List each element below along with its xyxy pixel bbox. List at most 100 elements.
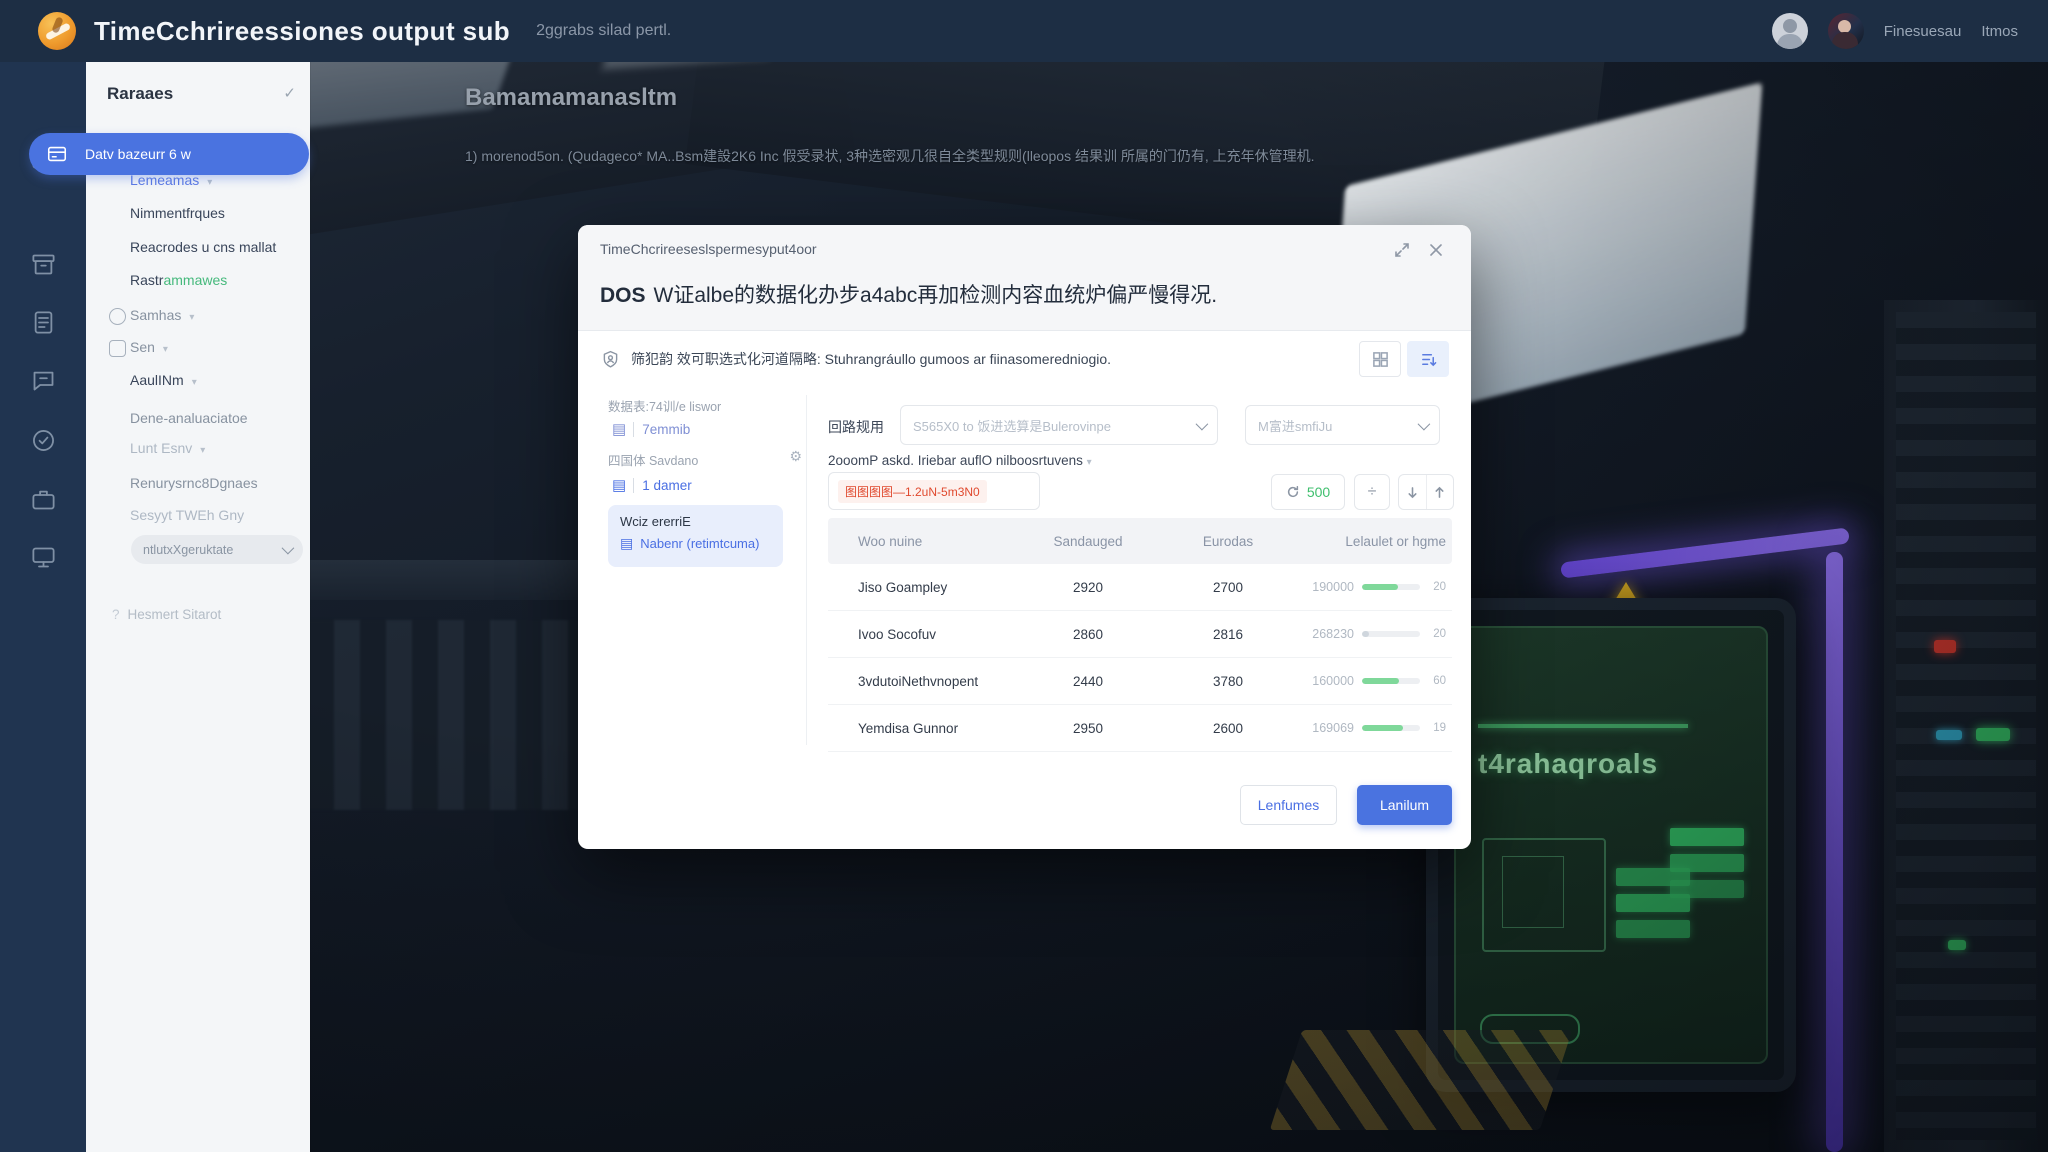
sidebar-item-sen[interactable]: Sen▾ bbox=[130, 339, 168, 355]
sidebar-panel: Raraaes ✓ Lemeamas▾ Nimmentfrques Reacro… bbox=[86, 62, 310, 1152]
brand-logo-icon[interactable] bbox=[38, 12, 76, 50]
monitor-icon[interactable] bbox=[30, 544, 57, 571]
chevron-down-icon: ▾ bbox=[207, 177, 212, 188]
table-tree-panel: 数据表:74训/e liswor ▤ 7emmib 四国体 Savdano ⚙ … bbox=[608, 388, 806, 849]
confirm-button[interactable]: Lanilum bbox=[1357, 785, 1452, 825]
tag-input[interactable]: 图图图图—1.2uN-5m3N0 bbox=[828, 472, 1040, 510]
mode-select-placeholder: M富进smfiJu bbox=[1258, 416, 1332, 435]
topbar-link[interactable]: Finesuesau bbox=[1884, 23, 1962, 40]
table-body: Jiso Goampley 2920 2700 190000 20 Ivoo S… bbox=[828, 564, 1452, 752]
chevron-down-icon bbox=[1418, 417, 1431, 430]
table-row[interactable]: Jiso Goampley 2920 2700 190000 20 bbox=[828, 564, 1452, 611]
sidebar-item-sesyyt[interactable]: Sesyyt TWEh Gny bbox=[130, 507, 244, 523]
chevron-down-icon: ▾ bbox=[163, 344, 168, 355]
sidebar-select[interactable]: ntlutxXgeruktate bbox=[131, 535, 303, 564]
tree-selected-title: Wciz ererriE bbox=[620, 514, 771, 529]
modal-heading-prefix: DOS bbox=[600, 284, 646, 307]
cell-name: 3vdutoiNethvnopent bbox=[828, 674, 1018, 689]
sidebar-item-dene[interactable]: Dene-analuaciatoe bbox=[130, 410, 248, 426]
main-content: Bamamamanasltm 1) morenod5on. (Qudageco*… bbox=[465, 84, 1545, 166]
progress-suffix: 20 bbox=[1428, 628, 1446, 640]
modal-header: TimeChcrireeseslspermesyput4oor DOSW证alb… bbox=[578, 225, 1471, 331]
sidebar-item-nimmentfrques[interactable]: Nimmentfrques bbox=[130, 205, 225, 221]
form-label: 回路规用 bbox=[828, 417, 884, 437]
modal-notice-text: 筛犯韵 效可职选式化河道隔略: Stuhrangráullo gumoos ar… bbox=[631, 349, 1111, 369]
icon-rail bbox=[0, 62, 86, 1152]
brand-tagline: 2ggrabs silad pertl. bbox=[536, 22, 671, 40]
sidebar-item-rastr[interactable]: Rastrammawes bbox=[130, 272, 227, 288]
check-icon: ✓ bbox=[283, 84, 296, 102]
sidebar-item-selected[interactable]: Datv bazeurr 6 w bbox=[29, 133, 309, 175]
document-icon[interactable] bbox=[30, 309, 57, 336]
brand-title: TimeCchrireessiones output sub bbox=[94, 16, 510, 47]
progress-total: 160000 bbox=[1312, 674, 1354, 688]
channel-select-placeholder: S565X0 to 饭进选算是Bulerovinpe bbox=[913, 416, 1111, 435]
chevron-down-icon bbox=[1196, 417, 1209, 430]
user-avatar[interactable] bbox=[1828, 13, 1864, 49]
archive-box-icon[interactable] bbox=[30, 251, 57, 278]
tree-selected-card[interactable]: Wciz ererriE ▤ Nabenr (retimtcuma) bbox=[608, 505, 783, 567]
progress-suffix: 20 bbox=[1428, 581, 1446, 593]
cell-col3: 2816 bbox=[1158, 627, 1298, 642]
app-root: t4rahaqroals TimeCchrireessiones output … bbox=[0, 0, 2048, 1152]
sidebar-item-samhas[interactable]: Samhas▾ bbox=[130, 307, 194, 323]
cell-col3: 2600 bbox=[1158, 721, 1298, 736]
sort-toggle-group bbox=[1398, 474, 1454, 510]
progress-bar bbox=[1362, 631, 1420, 637]
page-title: Bamamamanasltm bbox=[465, 84, 1545, 112]
tree-group-label: 四国体 Savdano bbox=[608, 450, 698, 469]
progress-suffix: 60 bbox=[1428, 675, 1446, 687]
sidebar-item-lunt-esnv[interactable]: Lunt Esnv▾ bbox=[130, 440, 205, 456]
sort-asc-button[interactable] bbox=[1426, 475, 1454, 509]
modal-dialog: TimeChcrireeseslspermesyput4oor DOSW证alb… bbox=[578, 225, 1471, 849]
cell-col2: 2440 bbox=[1018, 674, 1158, 689]
cell-col3: 2700 bbox=[1158, 580, 1298, 595]
briefcase-icon[interactable] bbox=[30, 486, 57, 513]
count-value: 500 bbox=[1307, 484, 1330, 500]
sort-desc-button[interactable] bbox=[1399, 475, 1426, 509]
divider bbox=[633, 422, 634, 437]
modal-toolbar: 筛犯韵 效可职选式化河道隔略: Stuhrangráullo gumoos ar… bbox=[578, 330, 1471, 388]
channel-select[interactable]: S565X0 to 饭进选算是Bulerovinpe bbox=[900, 405, 1218, 445]
message-icon[interactable] bbox=[30, 367, 57, 394]
sidebar-item-accent: ammawes bbox=[163, 272, 227, 288]
table-row[interactable]: Yemdisa Gunnor 2950 2600 169069 19 bbox=[828, 705, 1452, 752]
square-icon bbox=[109, 340, 126, 357]
column-header-eurodas: Eurodas bbox=[1158, 534, 1298, 549]
user-avatar[interactable] bbox=[1772, 13, 1808, 49]
modal-window-title: TimeChcrireeseslspermesyput4oor bbox=[600, 241, 817, 257]
chevron-down-icon bbox=[282, 542, 295, 555]
sidebar-item-aaulinm[interactable]: AaulINm▾ bbox=[130, 372, 197, 388]
grid-view-button[interactable] bbox=[1359, 341, 1401, 377]
topbar-right-group: Finesuesau Itmos bbox=[1772, 13, 2018, 49]
data-table: Woo nuine Sandauged Eurodas Lelaulet or … bbox=[828, 518, 1452, 752]
cancel-button[interactable]: Lenfumes bbox=[1240, 785, 1337, 825]
topbar-link[interactable]: Itmos bbox=[1981, 23, 2018, 40]
refresh-count-button[interactable]: 500 bbox=[1271, 474, 1345, 510]
check-circle-icon[interactable] bbox=[30, 427, 57, 454]
modal-heading: DOSW证albe的数据化办步a4abc再加检测内容血统炉偏严慢得况. bbox=[600, 279, 1217, 309]
sidebar-item-renurysrnc[interactable]: Renurysrnc8Dgnaes bbox=[130, 475, 258, 491]
circle-icon bbox=[109, 308, 126, 325]
card-icon bbox=[46, 143, 68, 165]
sidebar-footer-link[interactable]: ?Hesmert Sitarot bbox=[112, 607, 221, 622]
divide-button[interactable]: ÷ bbox=[1354, 474, 1390, 510]
table-row[interactable]: Ivoo Socofuv 2860 2816 268230 20 bbox=[828, 611, 1452, 658]
tree-item-1damer[interactable]: ▤ 1 damer bbox=[612, 476, 692, 494]
table-icon: ▤ bbox=[620, 535, 633, 552]
gear-icon[interactable]: ⚙ bbox=[789, 448, 802, 465]
progress-suffix: 19 bbox=[1428, 722, 1446, 734]
expand-icon[interactable] bbox=[1393, 241, 1411, 259]
chevron-down-icon: ▾ bbox=[1087, 457, 1092, 468]
table-row[interactable]: 3vdutoiNethvnopent 2440 3780 160000 60 bbox=[828, 658, 1452, 705]
progress-total: 169069 bbox=[1312, 721, 1354, 735]
chevron-down-icon: ▾ bbox=[192, 377, 197, 388]
close-icon[interactable] bbox=[1427, 241, 1445, 259]
progress-total: 268230 bbox=[1312, 627, 1354, 641]
cell-progress: 160000 60 bbox=[1298, 674, 1452, 688]
mode-select[interactable]: M富进smfiJu bbox=[1245, 405, 1440, 445]
list-view-button[interactable] bbox=[1407, 341, 1449, 377]
tree-item-7emmib[interactable]: ▤ 7emmib bbox=[612, 420, 690, 438]
sidebar-item-reacrodes[interactable]: Reacrodes u cns mallat bbox=[130, 239, 276, 255]
view-toggle-group bbox=[1359, 341, 1449, 377]
